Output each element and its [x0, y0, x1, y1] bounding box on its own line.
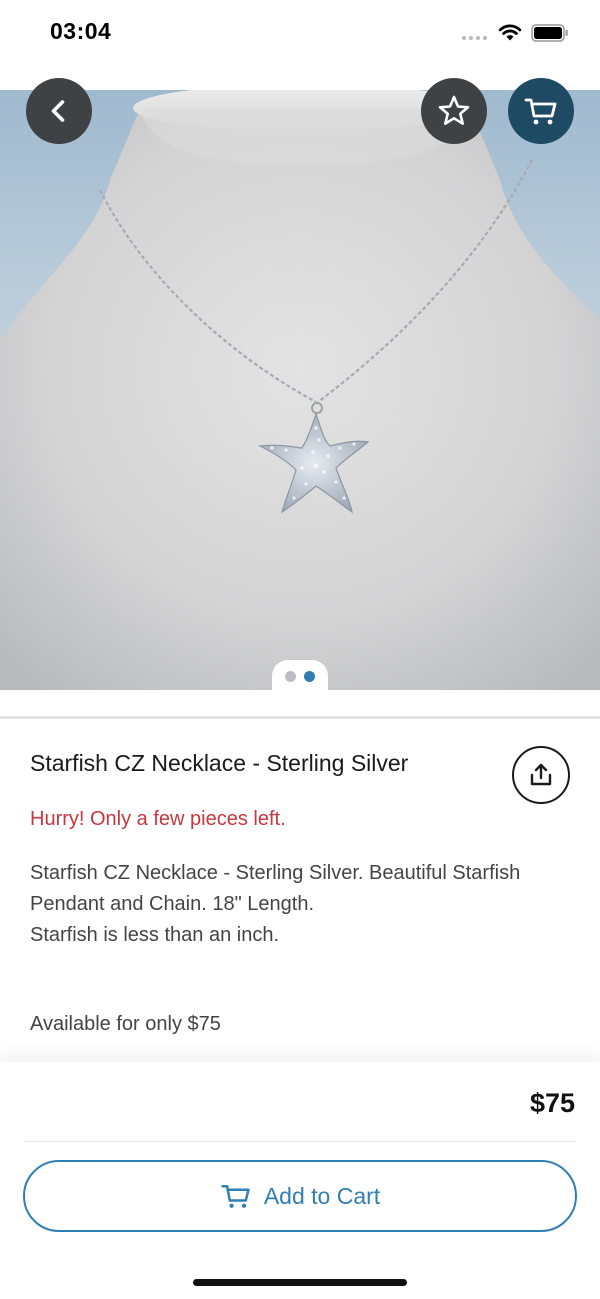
cellular-signal-icon: [462, 36, 487, 40]
product-title: Starfish CZ Necklace - Sterling Silver: [30, 750, 409, 776]
shopping-cart-icon: [524, 98, 557, 125]
chevron-left-icon: [51, 100, 65, 122]
low-stock-notice: Hurry! Only a few pieces left.: [30, 808, 286, 830]
pager-dot-active[interactable]: [304, 670, 315, 682]
home-indicator[interactable]: [193, 1279, 407, 1286]
necklace-photo: [0, 90, 600, 690]
battery-icon: [531, 24, 568, 42]
add-to-cart-label: Add to Cart: [263, 1182, 381, 1209]
share-icon: [530, 763, 552, 786]
product-description: Starfish CZ Necklace - Sterling Silver. …: [30, 862, 521, 946]
star-outline-icon: [438, 95, 470, 125]
cart-button[interactable]: [508, 78, 574, 144]
availability-text: Available for only $75: [30, 1013, 221, 1035]
status-bar: 03:04: [0, 0, 600, 66]
product-image[interactable]: [0, 90, 600, 690]
wifi-icon: [498, 24, 522, 41]
add-to-cart-button[interactable]: Add to Cart: [23, 1160, 577, 1232]
pager-dot[interactable]: [285, 670, 296, 682]
price-label: $75: [529, 1088, 575, 1118]
status-time: 03:04: [50, 18, 112, 44]
back-button[interactable]: [26, 78, 92, 144]
favorite-button[interactable]: [421, 78, 487, 144]
share-button[interactable]: [512, 746, 570, 804]
shopping-cart-icon: [221, 1184, 250, 1208]
section-divider: [0, 716, 600, 719]
image-pager[interactable]: [272, 660, 328, 692]
panel-divider: [24, 1141, 576, 1142]
